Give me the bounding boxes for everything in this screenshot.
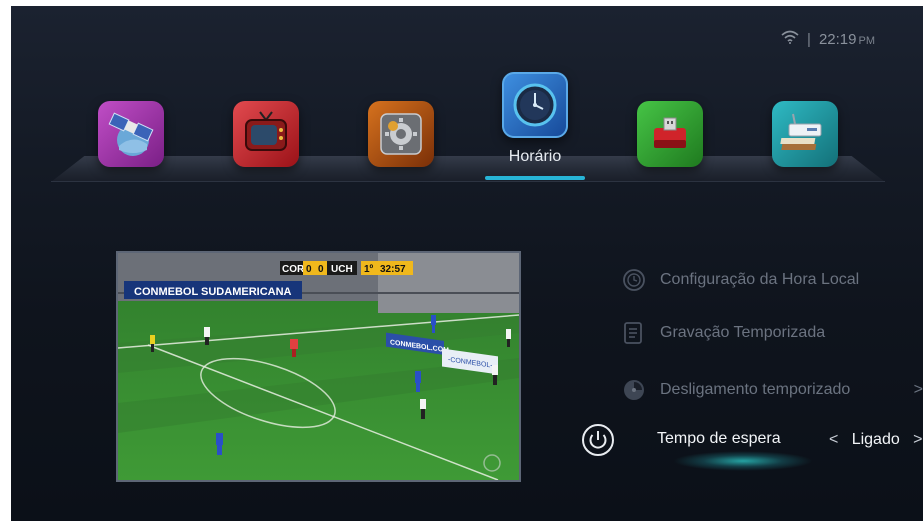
menu-item-label: Gravação Temporizada bbox=[660, 324, 826, 341]
selected-app-indicator bbox=[485, 176, 585, 180]
chevron-right-icon: > bbox=[913, 381, 923, 398]
standby-label: Tempo de espera bbox=[657, 430, 781, 447]
chevron-right-icon[interactable]: > bbox=[913, 431, 922, 448]
clock-time: 22:19 PM bbox=[819, 31, 875, 48]
document-icon bbox=[621, 320, 647, 346]
status-bar: | 22:19 PM bbox=[781, 30, 875, 48]
clock-outline-icon bbox=[621, 267, 647, 293]
shelf-edge bbox=[51, 181, 885, 182]
score-away-value: 0 bbox=[318, 264, 324, 275]
tv-icon bbox=[245, 111, 287, 151]
menu-item-label: Desligamento temporizado bbox=[660, 381, 851, 398]
status-separator: | bbox=[807, 30, 811, 48]
match-clock: 32:57 bbox=[380, 264, 406, 275]
score-home-value: 0 bbox=[306, 264, 312, 275]
router-icon bbox=[780, 113, 822, 150]
menu-item-local-time[interactable]: Configuração da Hora Local bbox=[621, 264, 921, 296]
score-home: COR bbox=[282, 264, 305, 275]
wifi-icon bbox=[781, 30, 799, 48]
usb-app[interactable] bbox=[637, 101, 703, 167]
satellite-icon bbox=[108, 112, 154, 156]
tv-app[interactable] bbox=[233, 101, 299, 167]
main-screen: | 22:19 PM Horário CONMEBOL SUDAMERICANA… bbox=[11, 6, 923, 521]
chevron-left-icon[interactable]: < bbox=[829, 431, 838, 448]
standby-value-selector[interactable]: < Ligado > bbox=[829, 431, 922, 449]
selected-app-label: Horário bbox=[508, 148, 562, 165]
gear-box-icon bbox=[380, 113, 422, 155]
settings-app[interactable] bbox=[368, 101, 434, 167]
ampm: PM bbox=[858, 34, 876, 47]
selection-glow bbox=[673, 451, 813, 471]
clock-icon bbox=[513, 83, 557, 127]
menu-item-timed-recording[interactable]: Gravação Temporizada bbox=[621, 317, 921, 349]
menu-item-sleep-timer[interactable]: Desligamento temporizado > bbox=[621, 374, 923, 406]
score-away: UCH bbox=[331, 264, 353, 275]
power-icon bbox=[582, 424, 614, 456]
time-value: 22:19 bbox=[818, 30, 857, 48]
network-app[interactable] bbox=[772, 101, 838, 167]
football-match-image: CONMEBOL SUDAMERICANA COR 0 0 UCH 1º 32:… bbox=[118, 253, 519, 480]
standby-value: Ligado bbox=[851, 431, 900, 448]
video-preview[interactable]: CONMEBOL SUDAMERICANA COR 0 0 UCH 1º 32:… bbox=[116, 251, 521, 482]
match-period: 1º bbox=[364, 264, 374, 275]
menu-item-standby[interactable]: Tempo de espera < Ligado > bbox=[581, 421, 923, 471]
satellite-app[interactable] bbox=[98, 101, 164, 167]
timer-icon bbox=[621, 377, 647, 403]
clock-app[interactable] bbox=[502, 72, 568, 138]
usb-drive-icon bbox=[654, 117, 686, 148]
app-shelf bbox=[51, 156, 885, 182]
menu-item-label: Configuração da Hora Local bbox=[660, 271, 860, 288]
broadcast-banner: CONMEBOL SUDAMERICANA bbox=[134, 286, 292, 298]
